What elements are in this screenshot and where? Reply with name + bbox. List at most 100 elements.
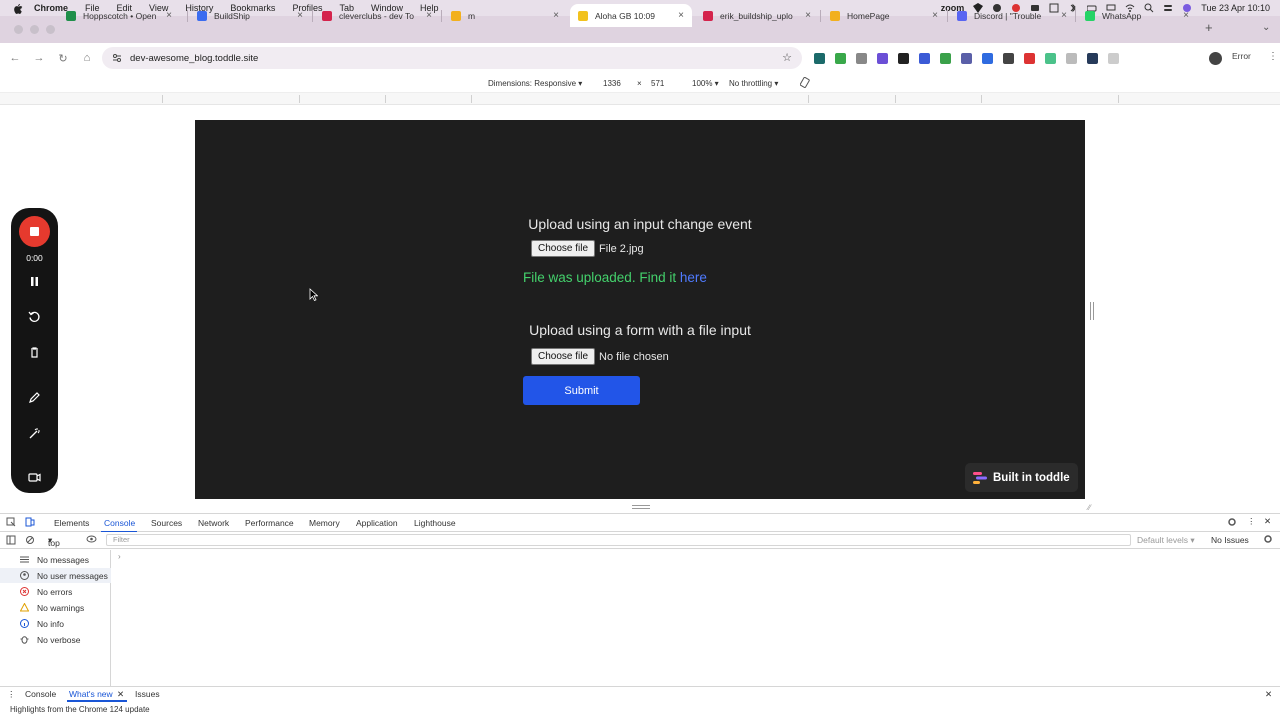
extension-icon[interactable]: [1024, 53, 1035, 64]
throttling-dropdown[interactable]: No throttling ▾: [729, 79, 778, 88]
close-devtools-icon[interactable]: ✕: [1264, 516, 1271, 527]
close-tab-icon[interactable]: ×: [553, 10, 559, 21]
choose-file-button-1[interactable]: Choose file: [531, 240, 596, 257]
tab-memory[interactable]: Memory: [309, 518, 340, 528]
log-levels-dropdown[interactable]: Default levels ▾: [1137, 535, 1195, 546]
restart-icon[interactable]: [27, 309, 42, 324]
maximize-window-button[interactable]: [46, 25, 55, 34]
close-tab-icon[interactable]: ×: [1061, 10, 1067, 21]
viewport-height-input[interactable]: 571: [651, 79, 664, 88]
menubar-clock[interactable]: Tue 23 Apr 10:10: [1201, 3, 1270, 13]
update-error-pill[interactable]: Error: [1232, 51, 1251, 61]
reload-icon[interactable]: ↻: [51, 52, 75, 65]
settings-gear-icon[interactable]: [1227, 517, 1237, 529]
extension-icon[interactable]: [856, 53, 867, 64]
browser-tab[interactable]: WhatsApp ×: [1077, 4, 1197, 27]
sidebar-item-info[interactable]: No info: [0, 616, 111, 631]
extension-icon[interactable]: [814, 53, 825, 64]
tab-console[interactable]: Console: [104, 518, 135, 528]
close-tab-icon[interactable]: ×: [1183, 10, 1189, 21]
dimensions-dropdown[interactable]: Dimensions: Responsive ▾: [488, 79, 582, 88]
sidebar-item-errors[interactable]: No errors: [0, 584, 111, 599]
tab-lighthouse[interactable]: Lighthouse: [414, 518, 456, 528]
tab-search-chevron-icon[interactable]: ⌄: [1262, 22, 1270, 33]
viewport-resize-handle-bottom[interactable]: [632, 505, 650, 509]
sidebar-toggle-icon[interactable]: [6, 535, 16, 547]
extension-icon[interactable]: [919, 53, 930, 64]
home-icon[interactable]: ⌂: [75, 52, 99, 64]
context-selector[interactable]: top ▾: [48, 535, 60, 548]
extension-icon[interactable]: [898, 53, 909, 64]
browser-tab[interactable]: Hoppscotch • Open ×: [58, 4, 180, 27]
sidebar-item-messages[interactable]: No messages: [0, 552, 111, 567]
tab-sources[interactable]: Sources: [151, 518, 182, 528]
zoom-dropdown[interactable]: 100% ▾: [692, 79, 719, 88]
drawer-tab-issues[interactable]: Issues: [135, 689, 160, 699]
browser-tab[interactable]: m ×: [443, 4, 567, 27]
minimize-window-button[interactable]: [30, 25, 39, 34]
browser-tab[interactable]: HomePage ×: [822, 4, 946, 27]
browser-tab[interactable]: Discord | "Trouble ×: [949, 4, 1075, 27]
close-drawer-tab-icon[interactable]: ✕: [117, 689, 124, 700]
camera-icon[interactable]: [27, 470, 42, 485]
browser-tab[interactable]: BuildShip ×: [189, 4, 311, 27]
drawer-tab-console[interactable]: Console: [25, 689, 56, 699]
viewport-resize-corner-icon[interactable]: ∕∕: [1088, 503, 1091, 512]
close-tab-icon[interactable]: ×: [932, 10, 938, 21]
live-expression-eye-icon[interactable]: [86, 534, 97, 546]
extension-icon[interactable]: [1003, 53, 1014, 64]
close-drawer-icon[interactable]: ✕: [1265, 689, 1272, 700]
sidebar-item-verbose[interactable]: No verbose: [0, 632, 111, 647]
trash-icon[interactable]: [27, 345, 42, 360]
extension-icon[interactable]: [1045, 53, 1056, 64]
bookmark-star-icon[interactable]: ☆: [782, 51, 792, 64]
console-filter-input[interactable]: Filter: [106, 534, 1131, 546]
extension-icon[interactable]: [835, 53, 846, 64]
tab-application[interactable]: Application: [356, 518, 398, 528]
browser-tab[interactable]: erik_buildship_uplo ×: [695, 4, 819, 27]
extension-icon[interactable]: [982, 53, 993, 64]
viewport-resize-handle-right[interactable]: [1090, 302, 1094, 320]
sidebar-item-warnings[interactable]: No warnings: [0, 600, 111, 615]
profile-avatar[interactable]: [1209, 52, 1222, 65]
extension-icon[interactable]: [877, 53, 888, 64]
extensions-puzzle-icon[interactable]: [1108, 53, 1119, 64]
extension-icon[interactable]: [961, 53, 972, 64]
extension-icon[interactable]: [1087, 53, 1098, 64]
address-bar[interactable]: dev-awesome_blog.toddle.site ☆: [102, 47, 802, 69]
issues-counter[interactable]: No Issues: [1211, 535, 1249, 545]
close-tab-icon[interactable]: ×: [426, 10, 432, 21]
drawer-tab-whats-new[interactable]: What's new: [69, 689, 113, 699]
draw-pencil-icon[interactable]: [27, 390, 42, 405]
choose-file-button-2[interactable]: Choose file: [531, 348, 596, 365]
new-tab-button[interactable]: +: [1205, 20, 1213, 35]
uploaded-file-link[interactable]: here: [680, 270, 707, 285]
back-arrow-icon[interactable]: ←: [3, 52, 27, 64]
tab-elements[interactable]: Elements: [54, 518, 89, 528]
forward-arrow-icon[interactable]: →: [27, 52, 51, 64]
clear-console-icon[interactable]: [25, 535, 35, 547]
device-toggle-icon[interactable]: [25, 517, 35, 529]
viewport-width-input[interactable]: 1336: [603, 79, 621, 88]
devtools-menu-icon[interactable]: ⋮: [1247, 516, 1256, 527]
sidebar-item-user-messages[interactable]: No user messages: [0, 568, 111, 583]
effects-wand-icon[interactable]: [27, 426, 42, 441]
stop-recording-button[interactable]: [19, 216, 50, 247]
close-tab-icon[interactable]: ×: [678, 10, 684, 21]
console-settings-icon[interactable]: [1263, 534, 1273, 546]
extension-icon[interactable]: [940, 53, 951, 64]
url-text[interactable]: dev-awesome_blog.toddle.site: [130, 53, 258, 64]
extension-icon[interactable]: [1066, 53, 1077, 64]
tab-network[interactable]: Network: [198, 518, 229, 528]
close-tab-icon[interactable]: ×: [297, 10, 303, 21]
submit-button[interactable]: Submit: [523, 376, 640, 405]
close-tab-icon[interactable]: ×: [166, 10, 172, 21]
site-settings-icon[interactable]: [112, 53, 122, 63]
pause-icon[interactable]: [27, 274, 42, 289]
browser-tab[interactable]: cleverclubs - dev To ×: [314, 4, 440, 27]
console-prompt-caret-icon[interactable]: ›: [118, 552, 121, 561]
drawer-menu-icon[interactable]: ⋮: [7, 689, 16, 700]
close-window-button[interactable]: [14, 25, 23, 34]
built-in-toddle-badge[interactable]: Built in toddle: [965, 463, 1078, 492]
browser-tab[interactable]: Aloha GB 10:09 ×: [570, 4, 692, 27]
